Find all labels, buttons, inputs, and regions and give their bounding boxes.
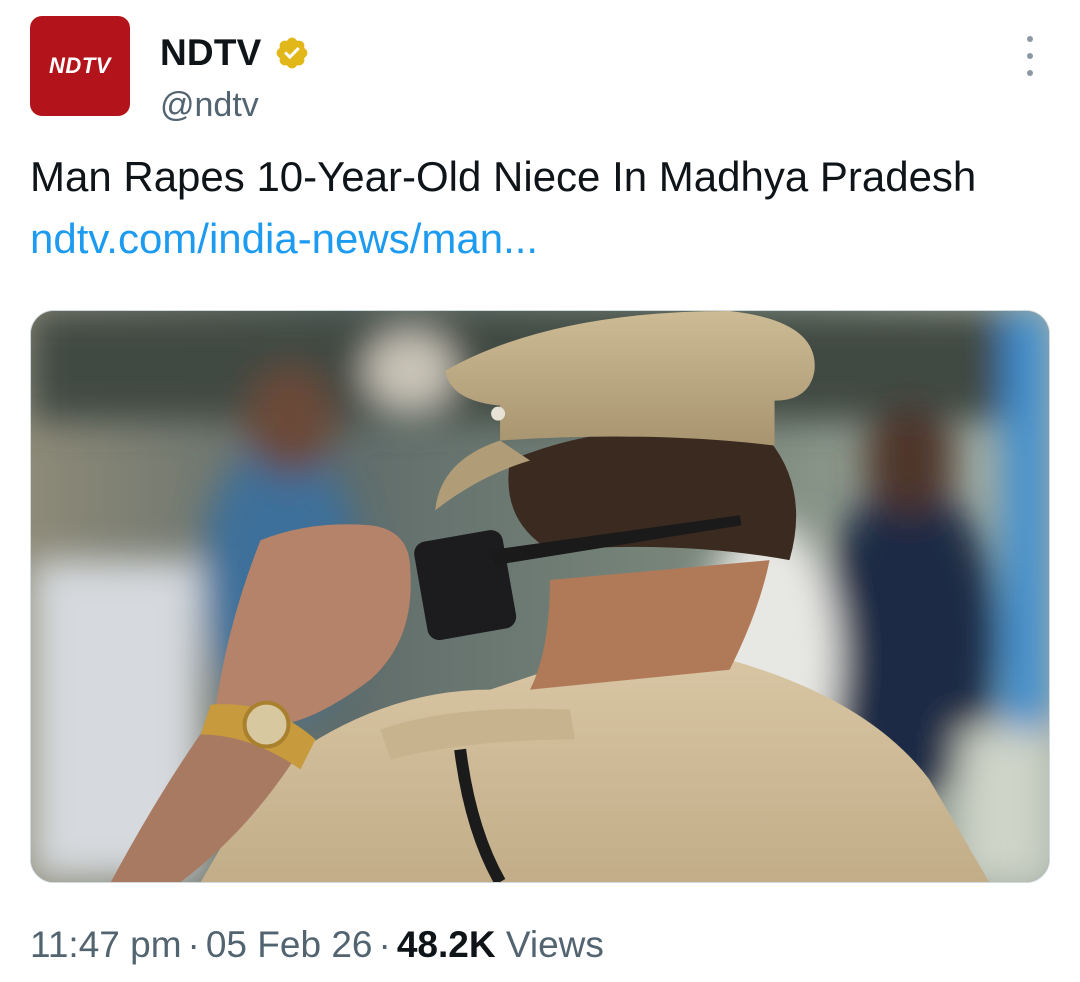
views-label: Views bbox=[505, 924, 604, 965]
tweet-text: Man Rapes 10-Year-Old Niece In Madhya Pr… bbox=[30, 146, 1040, 270]
tweet-link[interactable]: ndtv.com/india-news/man... bbox=[30, 215, 538, 262]
tweet-time[interactable]: 11:47 pm bbox=[30, 924, 182, 965]
avatar-logo: NDTV bbox=[49, 53, 111, 78]
views-count: 48.2K bbox=[396, 924, 496, 965]
name-row: NDTV bbox=[160, 34, 310, 71]
tweet-body: Man Rapes 10-Year-Old Niece In Madhya Pr… bbox=[30, 153, 977, 200]
avatar[interactable]: NDTV bbox=[30, 16, 130, 116]
tweet-date[interactable]: 05 Feb 26 bbox=[206, 924, 373, 965]
tweet-image[interactable] bbox=[30, 310, 1050, 883]
display-name[interactable]: NDTV bbox=[160, 34, 262, 71]
police-officer-photo bbox=[31, 311, 1049, 882]
tweet-header: NDTV NDTV @ndtv bbox=[30, 16, 1050, 122]
verified-badge-icon bbox=[276, 37, 307, 68]
separator: · bbox=[187, 924, 200, 965]
handle[interactable]: @ndtv bbox=[160, 88, 259, 122]
separator: · bbox=[378, 924, 391, 965]
tweet-meta: 11:47 pm · 05 Feb 26 · 48.2K Views bbox=[30, 920, 604, 970]
more-vertical-icon[interactable] bbox=[1020, 36, 1040, 76]
